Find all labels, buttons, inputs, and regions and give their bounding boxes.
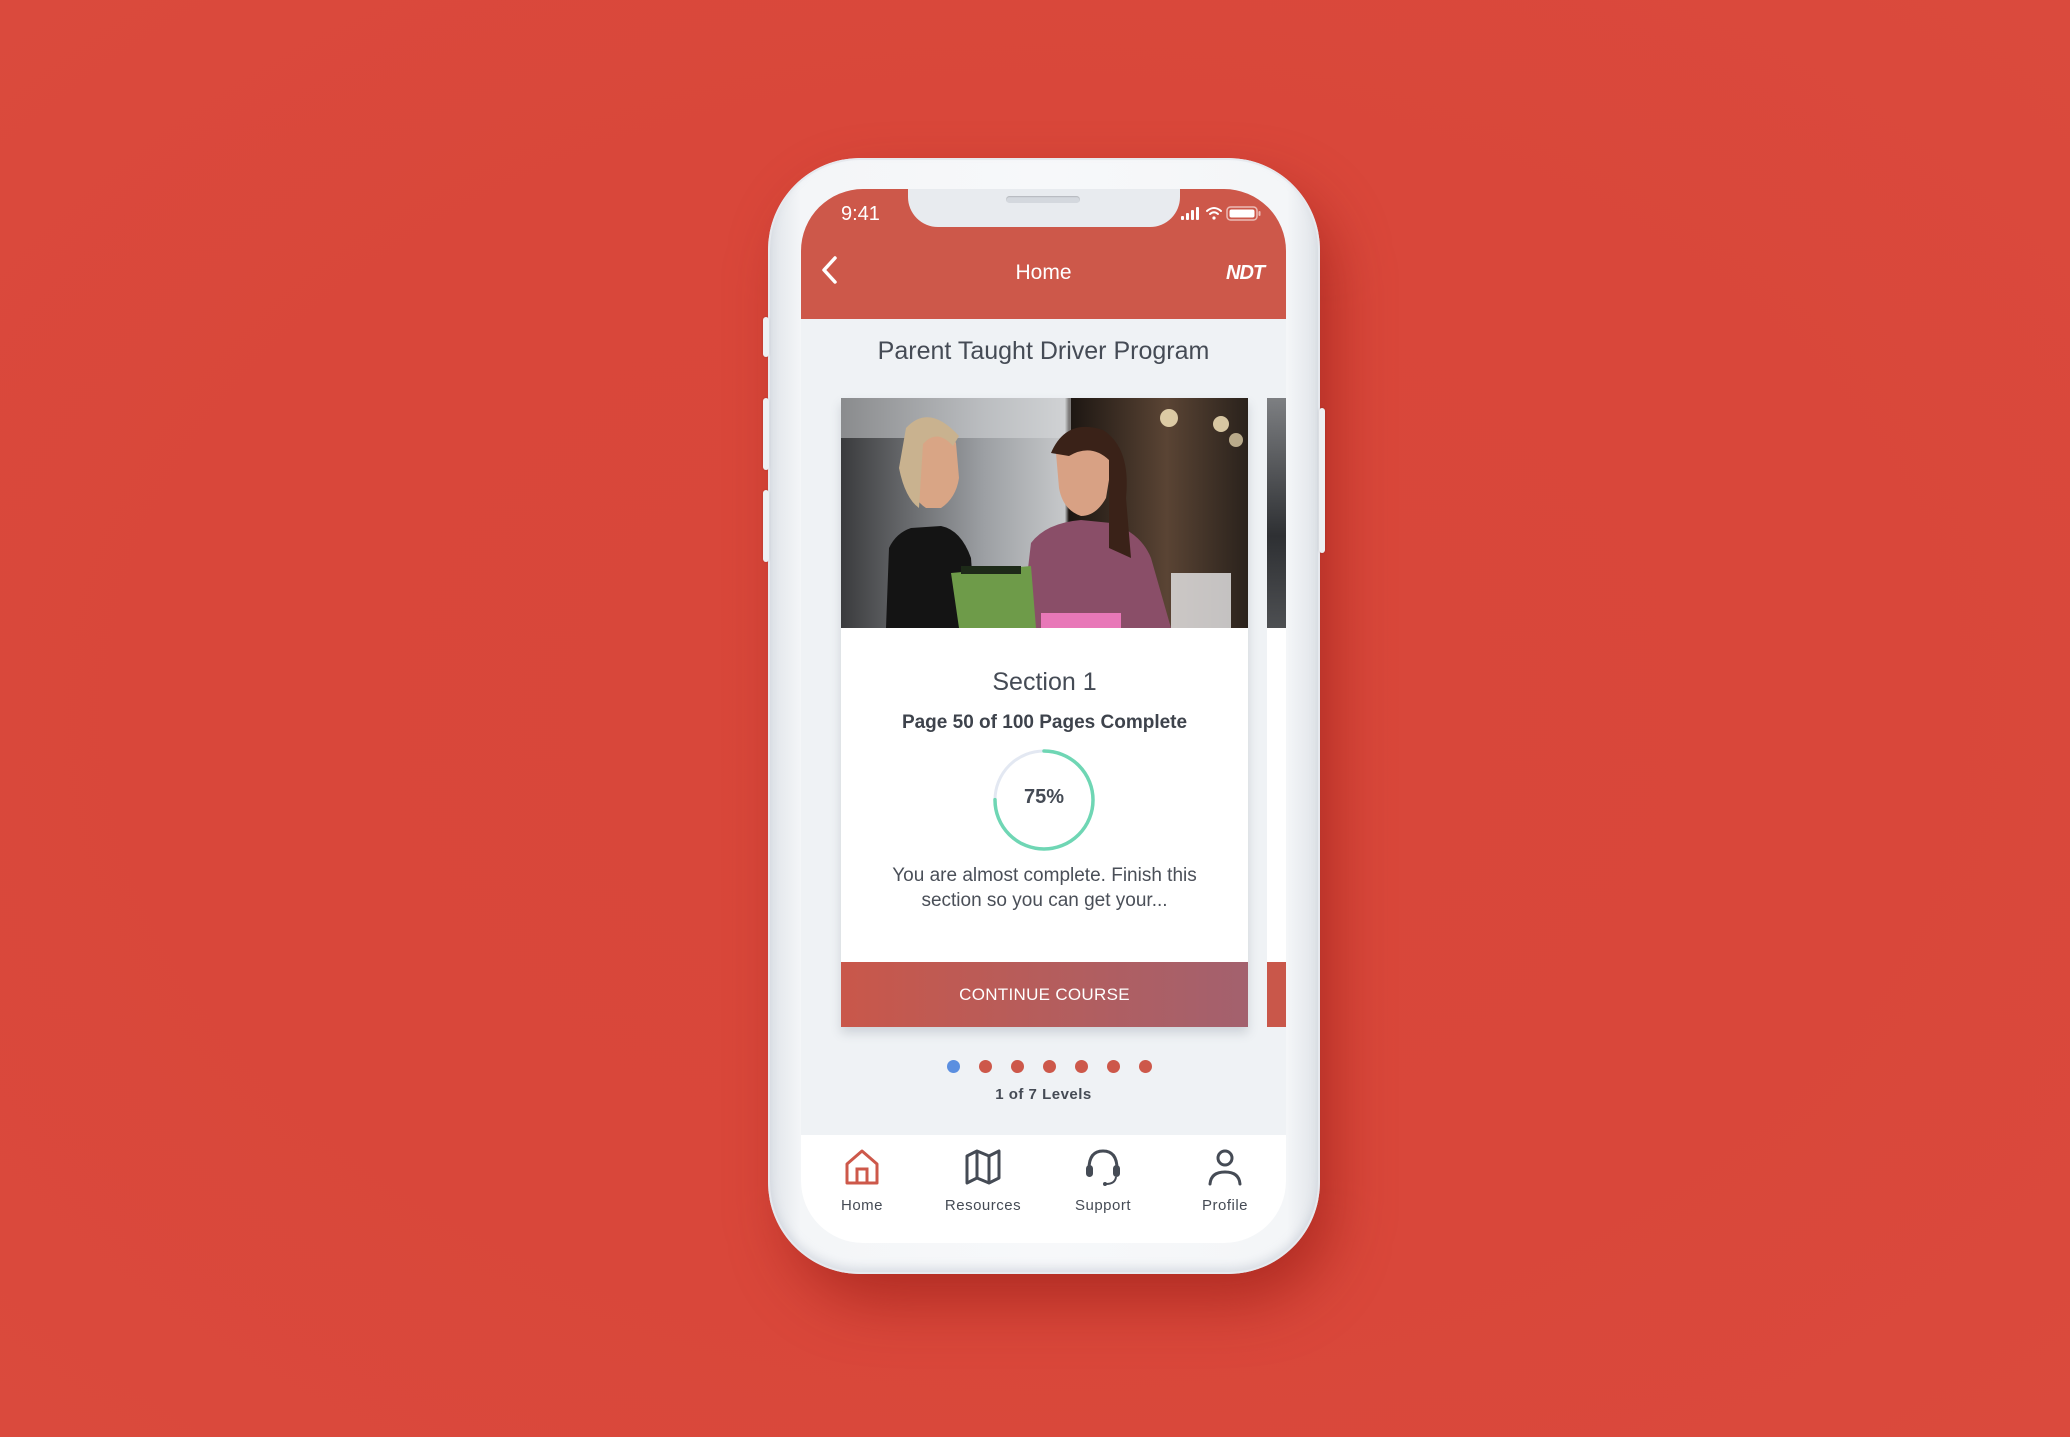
- tab-home[interactable]: Home: [807, 1135, 917, 1243]
- header-title: Home: [1015, 261, 1072, 284]
- volume-down-button: [763, 490, 769, 562]
- mute-switch: [763, 317, 769, 357]
- pagination-dot[interactable]: [1011, 1060, 1024, 1073]
- pagination-dot-active[interactable]: [947, 1060, 960, 1073]
- levels-label: 1 of 7 Levels: [995, 1086, 1092, 1103]
- status-icons: [1181, 206, 1261, 221]
- tab-label: Resources: [944, 1197, 1022, 1214]
- status-time: 9:41: [841, 203, 880, 225]
- tab-profile[interactable]: Profile: [1170, 1135, 1280, 1243]
- phone-screen: 9:41 Home NDT Parent Taught Driver Progr…: [801, 189, 1286, 1243]
- tab-label: Home: [840, 1197, 883, 1214]
- notch: [908, 189, 1180, 227]
- tab-bar: Home Resources Support Profile: [801, 1135, 1286, 1243]
- course-card: Section 1 Page 50 of 100 Pages Complete …: [841, 398, 1248, 1027]
- next-course-card[interactable]: [1267, 398, 1286, 1027]
- battery-icon: [1226, 206, 1261, 221]
- tab-label: Profile: [1201, 1197, 1249, 1214]
- tab-label: Support: [1074, 1197, 1132, 1214]
- course-image: [841, 398, 1248, 628]
- continue-course-button[interactable]: CONTINUE COURSE: [841, 962, 1248, 1027]
- tab-resources[interactable]: Resources: [928, 1135, 1038, 1243]
- pagination-dot[interactable]: [1075, 1060, 1088, 1073]
- pagination-dot[interactable]: [979, 1060, 992, 1073]
- volume-up-button: [763, 398, 769, 470]
- user-icon: [1208, 1149, 1242, 1186]
- pagination-dots: [801, 1060, 1286, 1074]
- headset-icon: [1086, 1149, 1120, 1186]
- progress-label: 75%: [1023, 786, 1065, 808]
- ndt-logo[interactable]: NDT: [1226, 262, 1265, 285]
- program-title: Parent Taught Driver Program: [877, 337, 1210, 365]
- progress-ring: 75%: [992, 748, 1096, 852]
- section-description: You are almost complete. Finish this sec…: [892, 865, 1197, 911]
- wifi-icon: [1206, 207, 1222, 220]
- pagination-dot[interactable]: [1043, 1060, 1056, 1073]
- pagination-dot[interactable]: [1107, 1060, 1120, 1073]
- home-icon: [845, 1149, 879, 1185]
- speaker-grille: [1006, 196, 1080, 203]
- section-title: Section 1: [992, 668, 1097, 696]
- pages-status: Page 50 of 100 Pages Complete: [901, 712, 1188, 733]
- map-icon: [965, 1149, 1001, 1185]
- next-course-image: [1267, 398, 1286, 628]
- tab-support[interactable]: Support: [1048, 1135, 1158, 1243]
- next-course-button[interactable]: [1267, 962, 1286, 1027]
- signal-icon: [1181, 207, 1199, 220]
- pagination-dot[interactable]: [1139, 1060, 1152, 1073]
- power-button: [1319, 408, 1325, 553]
